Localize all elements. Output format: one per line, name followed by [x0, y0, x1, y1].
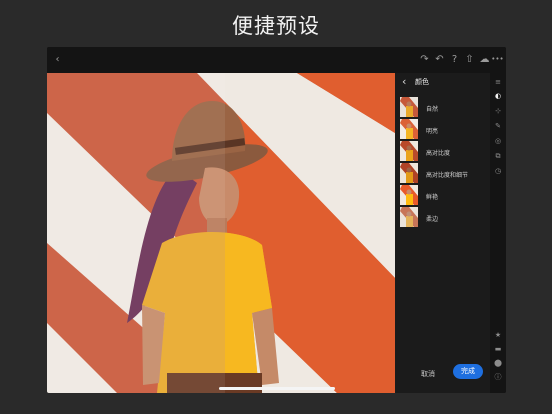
brush-icon[interactable]: ✎: [493, 121, 503, 131]
preset-item[interactable]: 明亮: [400, 119, 488, 141]
color-icon[interactable]: ◐: [493, 91, 503, 101]
preset-item[interactable]: 高对比度和细节: [400, 163, 488, 185]
preset-thumbnail: [400, 119, 418, 139]
presets-list-icon[interactable]: ≡: [493, 77, 503, 87]
portrait-photo: [47, 73, 395, 393]
preset-item[interactable]: 鲜艳: [400, 185, 488, 207]
back-icon[interactable]: ‹: [51, 53, 64, 66]
preset-label: 鲜艳: [426, 194, 439, 201]
preset-thumbnail: [400, 207, 418, 227]
healing-icon[interactable]: ⊹: [493, 106, 503, 116]
tag-icon[interactable]: ⬤: [493, 358, 503, 368]
preset-item[interactable]: 自然: [400, 97, 488, 119]
page-headline: 便捷预设: [232, 14, 320, 38]
preset-thumbnail: [400, 163, 418, 183]
undo-icon[interactable]: ↶: [433, 53, 446, 66]
done-button[interactable]: 完成: [453, 364, 483, 379]
preset-label: 柔边: [426, 216, 439, 223]
selective-icon[interactable]: ◎: [493, 136, 503, 146]
share-icon[interactable]: ⇧: [463, 53, 476, 66]
photo-canvas[interactable]: [47, 73, 395, 393]
versions-icon[interactable]: ⧉: [493, 151, 503, 161]
comment-icon[interactable]: ▬: [493, 344, 503, 354]
preset-label: 明亮: [426, 128, 439, 135]
preset-item[interactable]: 高对比度: [400, 141, 488, 163]
history-icon[interactable]: ◷: [493, 166, 503, 176]
home-indicator: [219, 387, 335, 390]
help-icon[interactable]: ?: [448, 53, 461, 66]
more-icon[interactable]: •••: [491, 53, 504, 66]
presets-panel: ‹ 颜色 自然 明亮 高对比度 高对比度和细节 鲜艳 柔边 取消 完成: [395, 73, 490, 393]
preset-label: 高对比度: [426, 150, 451, 157]
preset-thumbnail: [400, 141, 418, 161]
panel-header: ‹ 颜色: [395, 73, 490, 91]
preset-label: 自然: [426, 106, 439, 113]
info-icon[interactable]: ⓘ: [493, 372, 503, 382]
top-toolbar: ‹ ↷ ↶ ? ⇧ ☁ •••: [47, 47, 506, 73]
preset-thumbnail: [400, 97, 418, 117]
panel-back-icon[interactable]: ‹: [402, 75, 406, 88]
panel-title: 颜色: [415, 78, 429, 86]
tool-rail: ≡ ◐ ⊹ ✎ ◎ ⧉ ◷ ★ ▬ ⬤ ⓘ: [490, 73, 506, 393]
preset-thumbnail: [400, 185, 418, 205]
preset-label: 高对比度和细节: [426, 172, 469, 179]
redo-icon[interactable]: ↷: [418, 53, 431, 66]
tablet-screen: ‹ ↷ ↶ ? ⇧ ☁ ••• ‹ 颜色 自然 明亮 高对比度 高对比度和细节 …: [47, 47, 506, 393]
cloud-sync-icon[interactable]: ☁: [478, 53, 491, 66]
preset-item[interactable]: 柔边: [400, 207, 488, 229]
star-icon[interactable]: ★: [493, 330, 503, 340]
cancel-button[interactable]: 取消: [421, 369, 435, 379]
